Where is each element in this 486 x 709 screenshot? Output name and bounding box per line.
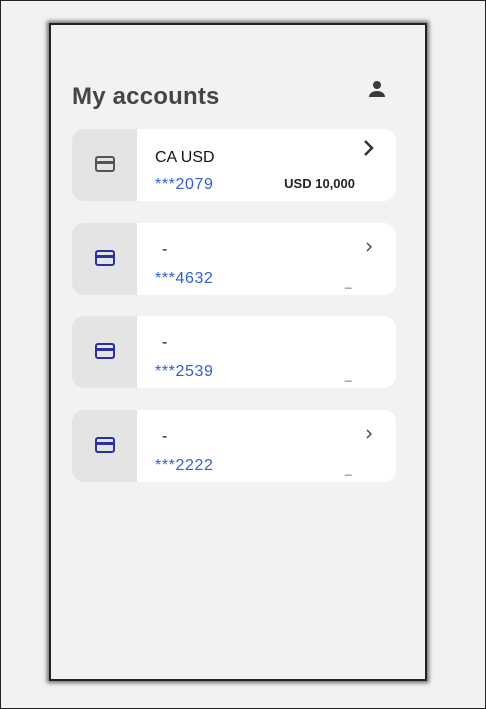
account-card[interactable]: - ***2222 _ <box>72 410 396 482</box>
account-name: CA USD <box>155 149 215 166</box>
account-icon-panel <box>72 223 137 295</box>
account-icon-panel <box>72 410 137 482</box>
account-icon-panel <box>72 129 137 201</box>
chevron-right-icon <box>366 242 372 252</box>
credit-card-icon <box>95 250 115 266</box>
account-name: - <box>162 428 168 445</box>
account-name: - <box>162 334 168 351</box>
account-balance: _ <box>345 368 352 382</box>
account-card[interactable]: - ***4632 _ <box>72 223 396 295</box>
account-icon-panel <box>72 316 137 388</box>
account-balance: _ <box>345 462 352 476</box>
account-balance: USD 10,000 <box>284 176 355 191</box>
account-number: ***4632 <box>155 270 214 287</box>
account-number: ***2079 <box>155 176 214 193</box>
account-balance: _ <box>345 275 352 289</box>
credit-card-icon <box>95 437 115 453</box>
account-card[interactable]: CA USD ***2079 USD 10,000 <box>72 129 396 201</box>
account-number: ***2222 <box>155 457 214 474</box>
page-title: My accounts <box>72 83 220 110</box>
app-screen: My accounts CA USD ***2079 USD 10,000 - … <box>49 23 427 681</box>
account-name: - <box>162 241 168 258</box>
account-number: ***2539 <box>155 363 214 380</box>
person-icon <box>369 81 385 97</box>
credit-card-icon <box>95 343 115 359</box>
account-card[interactable]: - ***2539 _ <box>72 316 396 388</box>
chevron-right-icon <box>366 429 372 439</box>
credit-card-icon <box>95 156 115 172</box>
chevron-right-icon <box>364 140 374 156</box>
profile-button[interactable] <box>365 77 389 101</box>
